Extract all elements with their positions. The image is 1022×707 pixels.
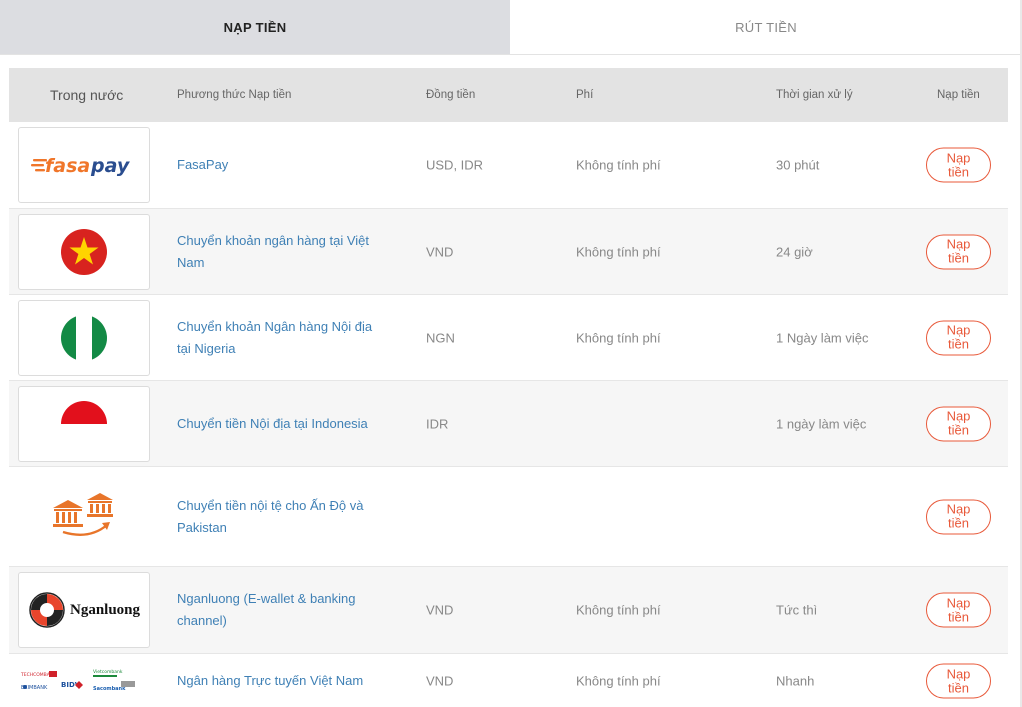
deposit-button[interactable]: Nạp tiền [926,234,991,269]
deposit-methods-table: Trong nước Phương thức Nạp tiền Đồng tiề… [9,68,1008,707]
deposit-button[interactable]: Nạp tiền [926,499,991,534]
method-name[interactable]: Nganluong (E-wallet & banking channel) [177,588,387,632]
processing-time-value: 30 phút [776,157,820,173]
svg-text:pay: pay [90,155,131,177]
processing-time-value: Tức thì [776,602,818,618]
header-method: Phương thức Nạp tiền [177,89,292,101]
deposit-button[interactable]: Nạp tiền [926,147,991,183]
processing-time-value: 1 ngày làm việc [776,416,867,431]
currency-value: VND [426,602,454,618]
processing-time-value: Nhanh [776,673,815,689]
deposit-button-label[interactable]: Nạp tiền [926,320,991,355]
header-fee: Phí [576,89,594,101]
vietnam-flag-icon [18,214,150,290]
table-row: Chuyển tiền Nội địa tại Indonesia IDR 1 … [9,381,1008,467]
table-row: TECHCOMBANK BIDV Vietcombank EXIMBANK Sa… [9,654,1008,707]
table-row: Chuyển khoản Ngân hàng Nội địa tại Niger… [9,295,1008,381]
table-row: Nganluong Nganluong (E-wallet & banking … [9,567,1008,654]
deposit-withdraw-tabs: NẠP TIỀN RÚT TIỀN [0,0,1022,55]
fee-value: Không tính phí [576,330,661,345]
fee-value: Không tính phí [576,602,661,618]
method-name[interactable]: Ngân hàng Trực tuyến Việt Nam [177,670,387,692]
method-name[interactable]: Chuyển tiền Nội địa tại Indonesia [177,413,387,435]
method-name[interactable]: FasaPay [177,154,387,176]
deposit-button-label[interactable]: Nạp tiền [926,592,991,628]
deposit-button[interactable]: Nạp tiền [926,592,991,628]
vietnam-banks-logos: TECHCOMBANK BIDV Vietcombank EXIMBANK Sa… [18,662,150,700]
fee-value: Không tính phí [576,673,661,689]
nganluong-logo-text: Nganluong [69,601,141,618]
table-row: Chuyển khoản ngân hàng tại Việt Nam VND … [9,209,1008,295]
header-domestic: Trong nước [50,87,124,103]
currency-value: NGN [426,330,455,345]
table-row: Chuyển tiền nội tệ cho Ấn Độ và Pakistan… [9,467,1008,567]
nigeria-flag-icon [18,300,150,376]
deposit-button-label[interactable]: Nạp tiền [926,234,991,269]
bank-transfer-icon [18,491,150,543]
currency-value: VND [426,244,454,259]
indonesia-flag-icon [18,386,150,462]
vietcombank-logo: Vietcombank [93,669,123,675]
header-deposit: Nạp tiền [937,89,980,101]
method-name[interactable]: Chuyển khoản ngân hàng tại Việt Nam [177,230,387,274]
deposit-button[interactable]: Nạp tiền [926,406,991,441]
deposit-button-label[interactable]: Nạp tiền [926,663,991,699]
processing-time-value: 24 giờ [776,244,813,259]
fee-value: Không tính phí [576,157,661,173]
deposit-button-label[interactable]: Nạp tiền [926,406,991,441]
currency-value: USD, IDR [426,157,484,173]
currency-value: VND [426,673,454,689]
svg-text:fasa: fasa [45,155,90,177]
method-name[interactable]: Chuyển tiền nội tệ cho Ấn Độ và Pakistan [177,495,387,539]
currency-value: IDR [426,416,449,431]
table-header: Trong nước Phương thức Nạp tiền Đồng tiề… [9,68,1008,122]
nganluong-logo: Nganluong [18,572,150,648]
tab-deposit[interactable]: NẠP TIỀN [0,0,510,54]
deposit-button-label[interactable]: Nạp tiền [926,499,991,534]
header-currency: Đồng tiền [426,89,476,101]
fasapay-logo: fasa pay [18,127,150,203]
tab-withdraw[interactable]: RÚT TIỀN [510,0,1022,54]
fee-value: Không tính phí [576,244,661,259]
deposit-button[interactable]: Nạp tiền [926,663,991,699]
method-name[interactable]: Chuyển khoản Ngân hàng Nội địa tại Niger… [177,316,387,360]
processing-time-value: 1 Ngày làm việc [776,330,869,345]
header-processing-time: Thời gian xử lý [776,89,853,101]
deposit-button-label[interactable]: Nạp tiền [926,147,991,183]
table-row: fasa pay FasaPay USD, IDR Không tính phí… [9,122,1008,209]
deposit-button[interactable]: Nạp tiền [926,320,991,355]
